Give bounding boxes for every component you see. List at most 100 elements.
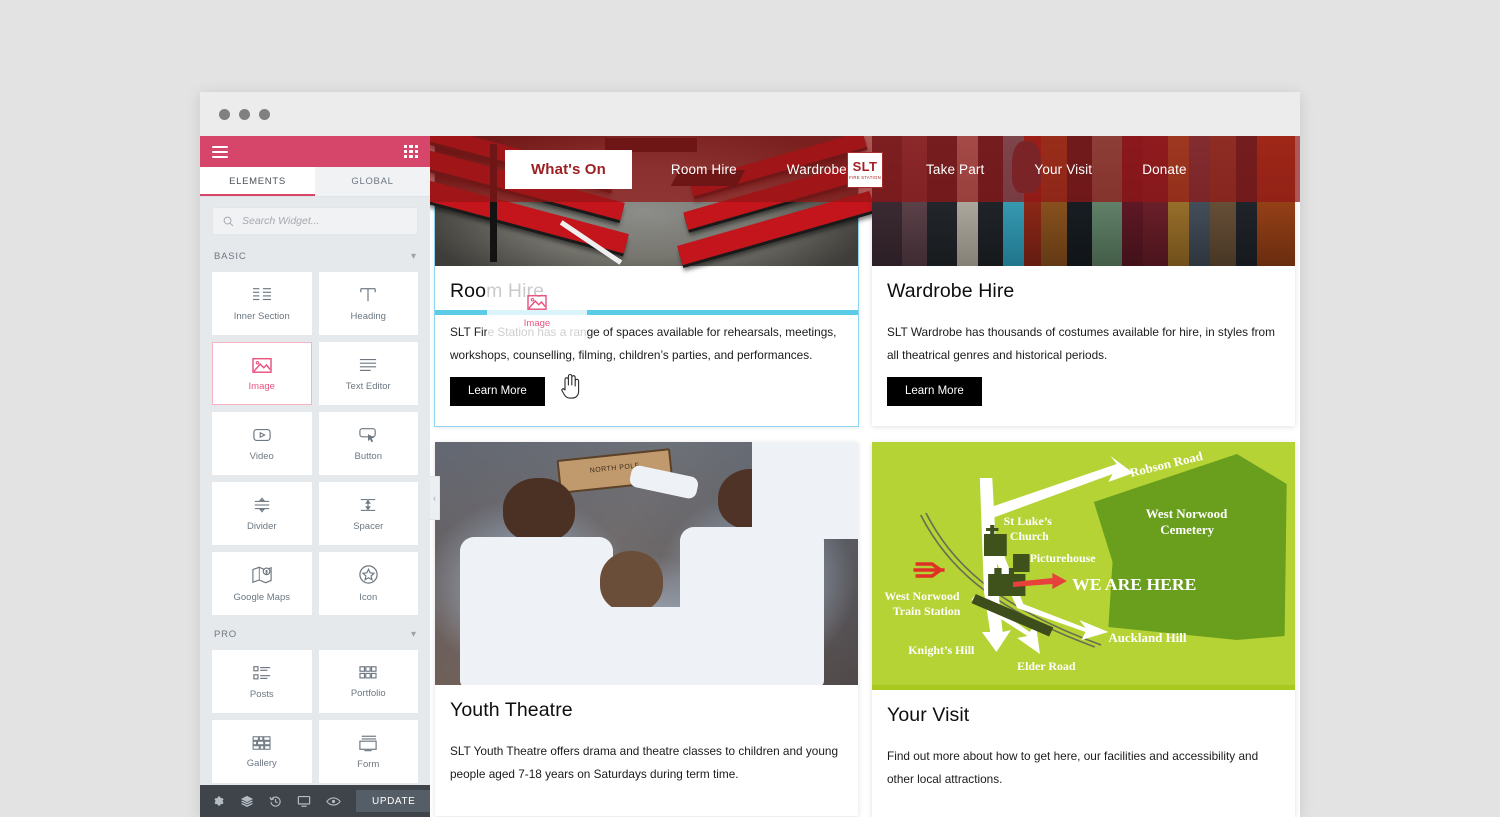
nav-item-your-visit[interactable]: Your Visit: [1009, 162, 1117, 177]
youth-theatre-performance-photo: NORTH POLE: [435, 442, 858, 685]
category-header-pro[interactable]: PRO ▾: [212, 615, 418, 650]
svg-text:Church: Church: [1010, 530, 1049, 543]
grid-apps-icon[interactable]: [404, 144, 418, 159]
learn-more-button[interactable]: Learn More: [450, 377, 545, 406]
history-revisions-icon[interactable]: [269, 795, 282, 808]
google-maps-icon: [252, 566, 272, 583]
chevron-down-icon[interactable]: ▾: [411, 629, 416, 640]
widget-image[interactable]: Image: [212, 342, 312, 405]
collapse-panel-icon[interactable]: ‹: [430, 476, 440, 520]
widget-label: Spacer: [353, 520, 384, 532]
logo-line-2: FIRE STATION: [849, 175, 881, 180]
widget-heading[interactable]: Heading: [318, 272, 418, 335]
svg-text:WE ARE HERE: WE ARE HERE: [1072, 575, 1196, 594]
svg-text:West Norwood: West Norwood: [884, 590, 960, 603]
widget-label: Heading: [350, 310, 386, 322]
widget-label: Form: [357, 758, 380, 770]
category-header-basic[interactable]: BASIC ▾: [212, 247, 418, 272]
card-text: SLT Youth Theatre offers drama and theat…: [450, 744, 839, 781]
divider-icon: [254, 496, 269, 513]
svg-text:Knight’s Hill: Knight’s Hill: [908, 644, 975, 657]
hamburger-menu-icon[interactable]: [212, 145, 228, 158]
widget-label: Posts: [249, 688, 274, 700]
widget-label: Inner Section: [233, 310, 290, 322]
card-your-visit: Robson Road West Norwood Cemetery St Luk…: [872, 442, 1295, 817]
widget-grid-pro: Posts Portfolio Gallery Form: [212, 650, 418, 783]
panel-footer-toolbar: UPDATE ▲: [200, 785, 456, 817]
widget-text-editor[interactable]: Text Editor: [318, 342, 418, 405]
star-icon: [359, 565, 378, 584]
nav-item-take-part[interactable]: Take Part: [901, 162, 1009, 177]
column-your-visit[interactable]: Robson Road West Norwood Cemetery St Luk…: [872, 442, 1295, 817]
svg-text:Train Station: Train Station: [893, 605, 961, 618]
gallery-icon: [252, 735, 271, 750]
widget-label: Icon: [359, 592, 378, 603]
widget-form[interactable]: Form: [318, 720, 418, 783]
widget-icon[interactable]: Icon: [318, 552, 418, 615]
text-editor-icon: [360, 358, 377, 371]
form-icon: [359, 735, 377, 751]
card-youth-theatre: NORTH POLE Youth Theatre SLT Youth Theat…: [435, 442, 858, 816]
nav-right-group: Take Part Your Visit Donate: [901, 162, 1300, 177]
heading-icon: [360, 287, 377, 301]
settings-gear-icon[interactable]: [212, 795, 225, 808]
widget-google-maps[interactable]: Google Maps: [212, 552, 312, 615]
search-widget-box[interactable]: Search Widget...: [212, 207, 418, 235]
responsive-mode-icon[interactable]: [297, 795, 311, 808]
nav-item-room-hire[interactable]: Room Hire: [646, 162, 762, 177]
content-row-2: NORTH POLE Youth Theatre SLT Youth Theat…: [430, 442, 1300, 817]
logo-line-1: SLT: [852, 159, 878, 174]
category-label-basic: BASIC: [214, 251, 247, 262]
preview-canvas: ‹ What's On Room Hire Wardrobe Hire SLT …: [430, 136, 1300, 817]
widget-label: Text Editor: [345, 380, 391, 392]
learn-more-button[interactable]: Learn More: [887, 377, 982, 406]
widget-label: Button: [354, 450, 382, 462]
update-button[interactable]: UPDATE: [356, 790, 432, 812]
window-maximize-dot[interactable]: [259, 108, 270, 120]
widget-button[interactable]: Button: [318, 412, 418, 475]
nav-item-whats-on[interactable]: What's On: [505, 149, 632, 189]
column-youth-theatre[interactable]: NORTH POLE Youth Theatre SLT Youth Theat…: [435, 442, 858, 817]
card-title: Youth Theatre: [450, 699, 573, 721]
svg-text:Auckland Hill: Auckland Hill: [1108, 631, 1187, 645]
widget-label: Video: [249, 450, 274, 462]
tab-elements[interactable]: ELEMENTS: [200, 167, 315, 196]
widget-divider[interactable]: Divider: [212, 482, 312, 545]
hand-cursor: [559, 370, 583, 405]
video-icon: [253, 428, 271, 441]
widget-inner-section[interactable]: Inner Section: [212, 272, 312, 335]
widget-label: Image: [248, 380, 275, 392]
image-icon: [252, 357, 272, 373]
category-label-pro: PRO: [214, 629, 237, 640]
svg-text:Cemetery: Cemetery: [1160, 523, 1215, 537]
widget-label: Gallery: [246, 757, 277, 769]
navigator-layers-icon[interactable]: [240, 795, 254, 808]
slt-logo[interactable]: SLT FIRE STATION: [847, 152, 883, 188]
button-icon: [359, 427, 377, 442]
widget-grid-basic: Inner Section Heading Image Text Editor …: [212, 272, 418, 615]
chevron-down-icon[interactable]: ▾: [411, 251, 416, 262]
svg-text:St Luke’s: St Luke’s: [1004, 515, 1053, 528]
panel-header: [200, 136, 430, 167]
portfolio-icon: [359, 665, 377, 678]
widget-posts[interactable]: Posts: [212, 650, 312, 713]
widget-gallery[interactable]: Gallery: [212, 720, 312, 783]
card-body-youth-theatre: Youth Theatre SLT Youth Theatre offers d…: [435, 685, 858, 816]
svg-text:Elder Road: Elder Road: [1017, 660, 1076, 673]
widget-portfolio[interactable]: Portfolio: [318, 650, 418, 713]
panel-tabs: ELEMENTS GLOBAL: [200, 167, 430, 197]
card-body-wardrobe-hire: Wardrobe Hire SLT Wardrobe has thousands…: [872, 266, 1295, 426]
tab-global[interactable]: GLOBAL: [315, 167, 430, 196]
window-minimize-dot[interactable]: [239, 108, 250, 120]
window-close-dot[interactable]: [219, 108, 230, 120]
widget-video[interactable]: Video: [212, 412, 312, 475]
preview-eye-icon[interactable]: [326, 796, 341, 807]
widget-label: Divider: [246, 520, 277, 532]
nav-item-donate[interactable]: Donate: [1117, 162, 1211, 177]
card-body-your-visit: Your Visit Find out more about how to ge…: [872, 690, 1295, 817]
search-input-placeholder[interactable]: Search Widget...: [242, 215, 320, 227]
widget-spacer[interactable]: Spacer: [318, 482, 418, 545]
image-icon: [527, 294, 547, 310]
card-title: Your Visit: [887, 704, 970, 726]
location-map: Robson Road West Norwood Cemetery St Luk…: [872, 442, 1295, 685]
